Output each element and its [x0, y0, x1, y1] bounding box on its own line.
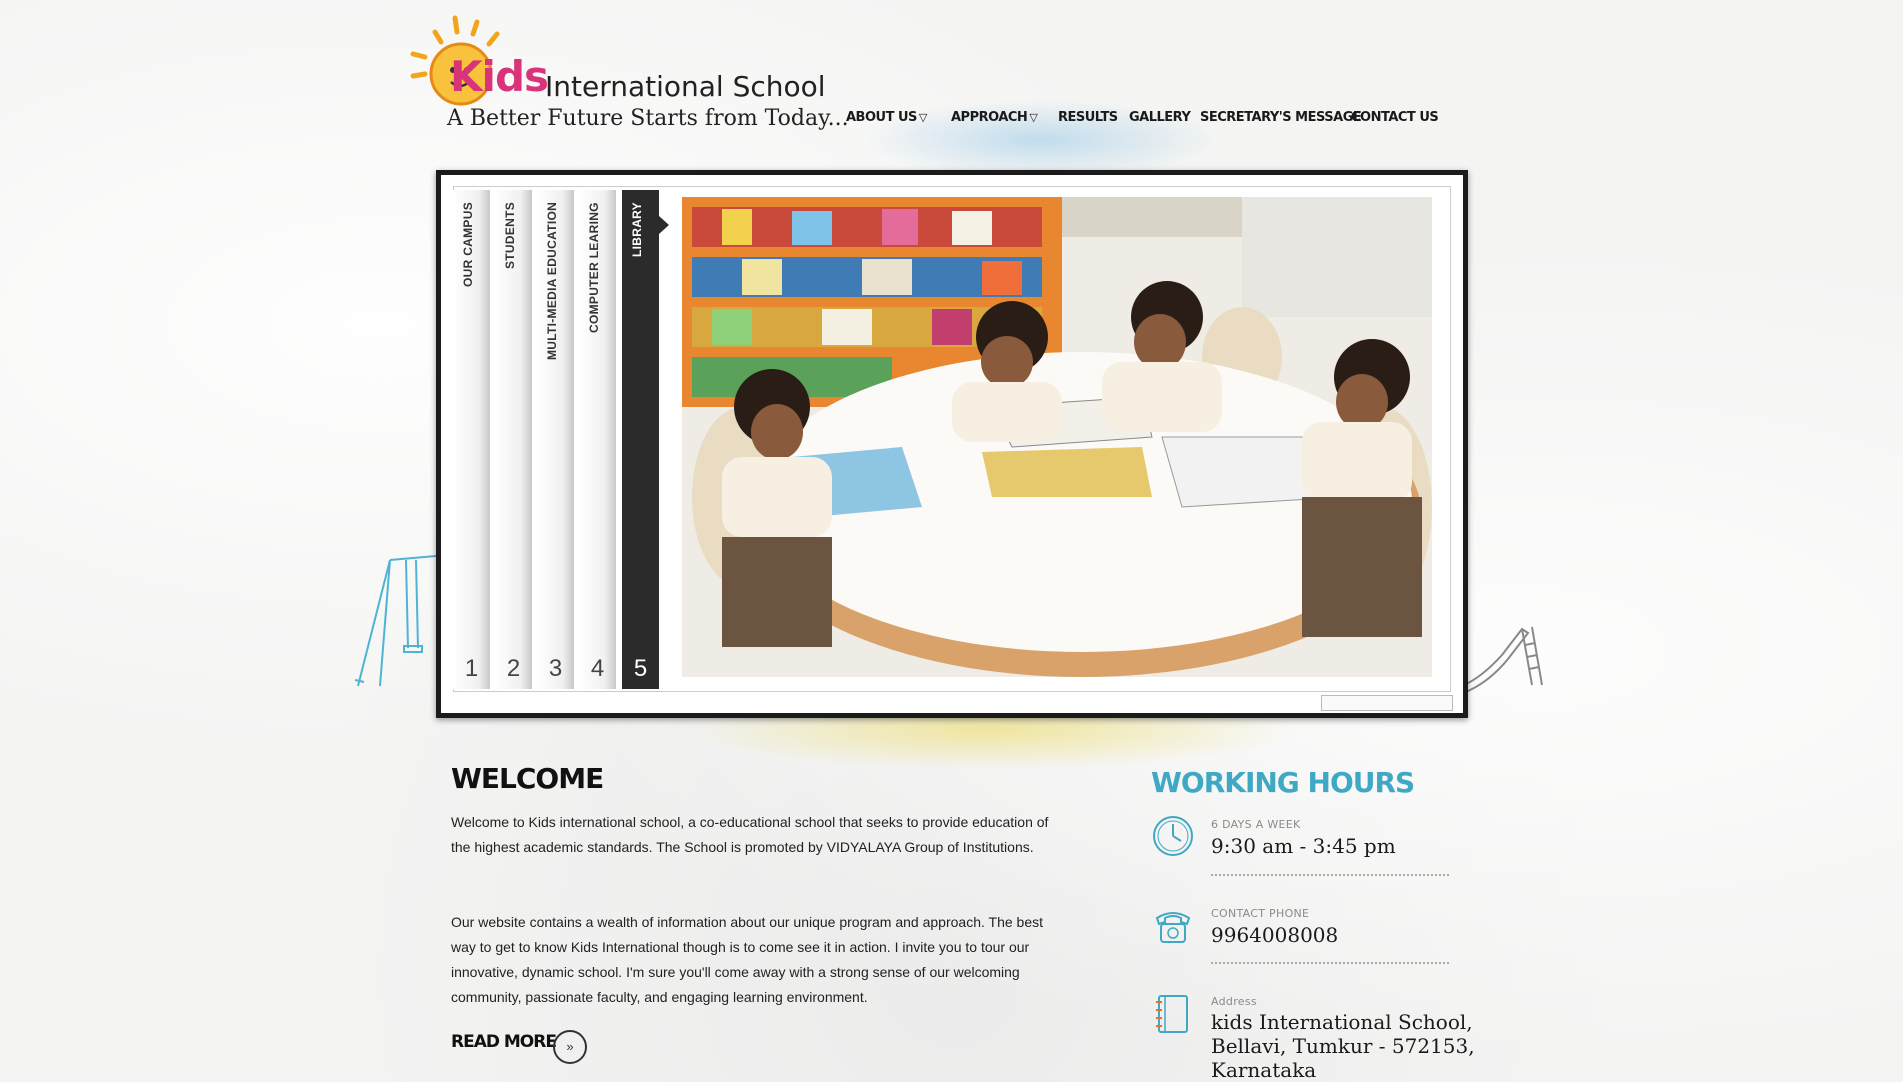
nav-contact-us[interactable]: CONTACT US [1351, 110, 1439, 125]
working-hours-heading: WORKING HOURS [1151, 766, 1415, 799]
hours-value: 9:30 am - 3:45 pm [1211, 834, 1396, 858]
phone-caption: CONTACT PHONE [1211, 907, 1310, 920]
read-more-arrow-icon[interactable]: » [553, 1030, 587, 1064]
slider-tab-number: 3 [548, 655, 563, 682]
dropdown-arrow-icon: ▽ [1029, 111, 1038, 124]
nav-secretarys-message[interactable]: SECRETARY'S MESSAGE [1200, 110, 1362, 125]
divider [1211, 874, 1449, 876]
welcome-heading: WELCOME [451, 762, 604, 795]
slider-tab-library[interactable]: LIBRARY 5 [622, 190, 669, 689]
address-caption: Address [1211, 995, 1257, 1008]
nav-about-us[interactable]: ABOUT US ▽ [846, 110, 927, 125]
slider-tab-multimedia[interactable]: MULTI-MEDIA EDUCATION 3 [537, 190, 574, 689]
slider-tab-students[interactable]: STUDENTS 2 [495, 190, 532, 689]
divider [1211, 962, 1449, 964]
slider-tab-number: 5 [633, 655, 648, 682]
swing-doodle-icon [354, 555, 437, 687]
logo-title[interactable]: International School [545, 70, 826, 103]
slider-tab-label: STUDENTS [503, 202, 517, 270]
slider-progress-bar [1321, 695, 1453, 711]
address-line: Bellavi, Tumkur - 572153, [1211, 1034, 1475, 1058]
dropdown-arrow-icon: ▽ [918, 111, 927, 124]
slider-tab-label: MULTI-MEDIA EDUCATION [545, 202, 559, 361]
nav-approach[interactable]: APPROACH ▽ [951, 110, 1038, 125]
phone-number[interactable]: 9964008008 [1211, 923, 1338, 947]
slider-tab-number: 4 [590, 655, 605, 682]
phone-icon [1155, 912, 1191, 943]
hours-caption: 6 DAYS A WEEK [1211, 818, 1301, 831]
slider-tab-our-campus[interactable]: OUR CAMPUS 1 [453, 190, 490, 689]
slider-tab-label: OUR CAMPUS [461, 202, 475, 288]
welcome-paragraph: Welcome to Kids international school, a … [451, 814, 1049, 855]
address-line: kids International School, [1211, 1010, 1473, 1034]
logo-kids-wordmark[interactable]: Kids [450, 52, 549, 101]
welcome-paragraph: Our website contains a wealth of informa… [451, 914, 1043, 1005]
slider-tab-label: LIBRARY [630, 202, 644, 257]
slider-tab-number: 2 [506, 655, 521, 682]
slider-tab-label: COMPUTER LEARING [587, 202, 601, 333]
address-line: Karnataka [1211, 1058, 1317, 1082]
playground-slide-doodle-icon [1462, 626, 1543, 693]
image-slider: OUR CAMPUS 1 STUDENTS 2 MULTI-MEDIA EDUC… [436, 170, 1468, 718]
library-photo [682, 197, 1432, 677]
tagline: A Better Future Starts from Today... [447, 106, 849, 131]
slider-tab-number: 1 [464, 655, 479, 682]
clock-icon [1153, 816, 1193, 856]
read-more-link[interactable]: READ MORE [451, 1032, 557, 1052]
nav-gallery[interactable]: GALLERY [1129, 110, 1191, 125]
slider-tab-computer-learning[interactable]: COMPUTER LEARING 4 [579, 190, 616, 689]
nav-results[interactable]: RESULTS [1058, 110, 1118, 125]
notebook-icon [1156, 995, 1188, 1033]
